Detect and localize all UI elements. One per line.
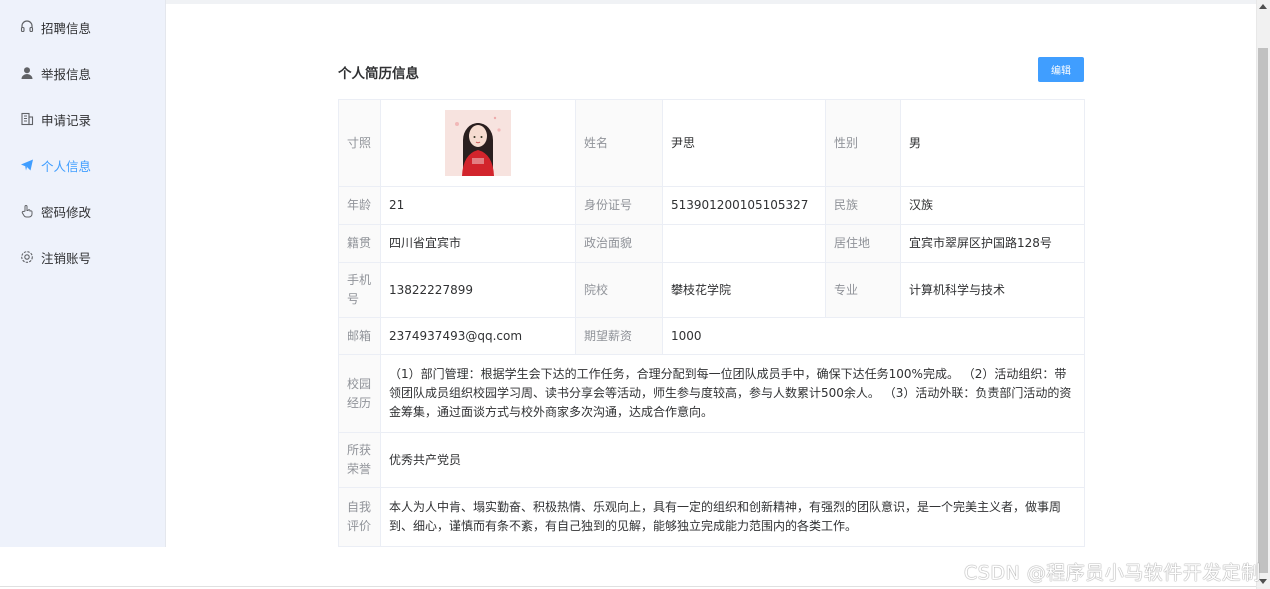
name-label: 姓名 xyxy=(575,99,663,187)
send-icon xyxy=(20,158,34,172)
political-label: 政治面貌 xyxy=(575,224,663,263)
sidebar-item-label: 举报信息 xyxy=(41,66,92,82)
name-value: 尹思 xyxy=(662,99,826,187)
sidebar-item-label: 招聘信息 xyxy=(41,20,92,36)
residence-label: 居住地 xyxy=(825,224,901,263)
ethnicity-label: 民族 xyxy=(825,186,901,225)
salary-value: 1000 xyxy=(662,317,1085,355)
edit-button[interactable]: 编辑 xyxy=(1038,57,1084,82)
scroll-up-icon[interactable] xyxy=(1259,4,1267,9)
email-label: 邮箱 xyxy=(338,317,381,355)
gender-value: 男 xyxy=(900,99,1085,187)
page: 招聘信息 举报信息 申请记录 个人信息 密码修改 注销账号 个人简历信息 编辑 … xyxy=(0,0,1270,589)
photo-cell xyxy=(380,99,576,187)
table-row: 邮箱 2374937493@qq.com 期望薪资 1000 xyxy=(338,317,1085,355)
gear-icon xyxy=(20,250,34,264)
table-row: 校园经历 （1）部门管理：根据学生会下达的工作任务，合理分配到每一位团队成员手中… xyxy=(338,354,1085,433)
self-eval-value: 本人为人中肯、塌实勤奋、积极热情、乐观向上，具有一定的组织和创新精神，有强烈的团… xyxy=(380,487,1085,547)
resume-table: 寸照 姓名 尹思 性别 男 年龄 21 身份证号 513901200105105… xyxy=(338,99,1085,547)
honor-value: 优秀共产党员 xyxy=(380,432,1085,488)
salary-label: 期望薪资 xyxy=(575,317,663,355)
sidebar-item-reports[interactable]: 举报信息 xyxy=(0,50,165,96)
sidebar-item-applications[interactable]: 申请记录 xyxy=(0,96,165,142)
political-value xyxy=(662,224,826,263)
school-value: 攀枝花学院 xyxy=(662,262,826,318)
main-content: 个人简历信息 编辑 寸照 姓名 尹思 性别 男 年龄 21 身份证号 51390… xyxy=(166,0,1256,589)
sidebar-item-deactivate[interactable]: 注销账号 xyxy=(0,234,165,280)
table-row: 籍贯 四川省宜宾市 政治面貌 居住地 宜宾市翠屏区护国路128号 xyxy=(338,224,1085,263)
scrollbar-thumb[interactable] xyxy=(1258,48,1268,573)
campus-label: 校园经历 xyxy=(338,354,381,433)
self-eval-label: 自我评价 xyxy=(338,487,381,547)
sidebar-item-label: 个人信息 xyxy=(41,158,92,174)
phone-label: 手机号 xyxy=(338,262,381,318)
hand-pointer-icon xyxy=(20,204,34,218)
sidebar-item-label: 密码修改 xyxy=(41,204,92,220)
sidebar-item-label: 注销账号 xyxy=(41,250,92,266)
table-row: 手机号 13822227899 院校 攀枝花学院 专业 计算机科学与技术 xyxy=(338,262,1085,318)
headset-icon xyxy=(20,20,34,34)
ethnicity-value: 汉族 xyxy=(900,186,1085,225)
school-label: 院校 xyxy=(575,262,663,318)
gender-label: 性别 xyxy=(825,99,901,187)
residence-value: 宜宾市翠屏区护国路128号 xyxy=(900,224,1085,263)
age-label: 年龄 xyxy=(338,186,381,225)
user-icon xyxy=(20,66,34,80)
id-number-label: 身份证号 xyxy=(575,186,663,225)
divider xyxy=(0,586,1256,587)
sidebar: 招聘信息 举报信息 申请记录 个人信息 密码修改 注销账号 xyxy=(0,0,166,547)
watermark: CSDN @程序员小马软件开发定制 xyxy=(964,562,1261,584)
table-row: 自我评价 本人为人中肯、塌实勤奋、积极热情、乐观向上，具有一定的组织和创新精神，… xyxy=(338,487,1085,547)
profile-photo xyxy=(445,110,511,176)
phone-value: 13822227899 xyxy=(380,262,576,318)
major-label: 专业 xyxy=(825,262,901,318)
campus-value: （1）部门管理：根据学生会下达的工作任务，合理分配到每一位团队成员手中，确保下达… xyxy=(380,354,1085,433)
sidebar-item-label: 申请记录 xyxy=(41,112,92,128)
native-place-value: 四川省宜宾市 xyxy=(380,224,576,263)
photo-label: 寸照 xyxy=(338,99,381,187)
page-title: 个人简历信息 xyxy=(338,66,419,82)
building-icon xyxy=(20,112,34,126)
sidebar-item-profile[interactable]: 个人信息 xyxy=(0,142,165,188)
table-row: 所获荣誉 优秀共产党员 xyxy=(338,432,1085,488)
age-value: 21 xyxy=(380,186,576,225)
sidebar-item-password[interactable]: 密码修改 xyxy=(0,188,165,234)
sidebar-item-recruitment[interactable]: 招聘信息 xyxy=(0,4,165,50)
major-value: 计算机科学与技术 xyxy=(900,262,1085,318)
honor-label: 所获荣誉 xyxy=(338,432,381,488)
native-place-label: 籍贯 xyxy=(338,224,381,263)
table-row: 寸照 姓名 尹思 性别 男 xyxy=(338,99,1085,187)
email-value: 2374937493@qq.com xyxy=(380,317,576,355)
id-number-value: 513901200105105327 xyxy=(662,186,826,225)
table-row: 年龄 21 身份证号 513901200105105327 民族 汉族 xyxy=(338,186,1085,225)
